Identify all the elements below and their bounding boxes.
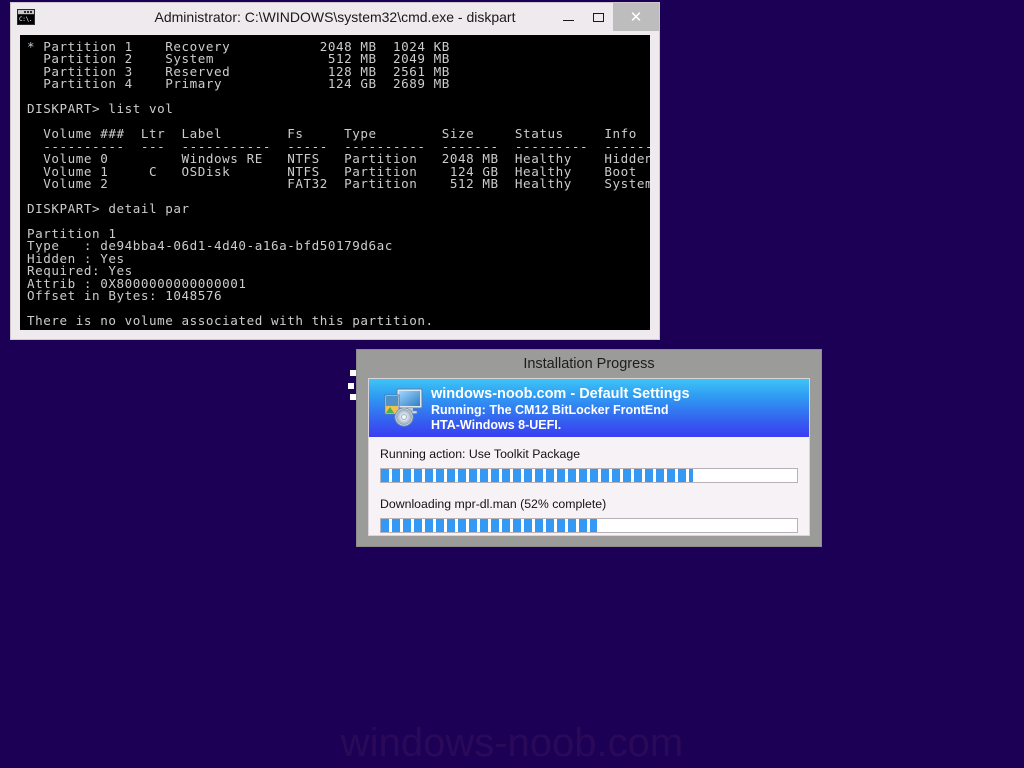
progress-bar-download-fill [381,519,598,532]
banner-text-block: windows-noob.com - Default Settings Runn… [431,384,801,433]
maximize-icon [592,12,604,22]
installation-progress-dialog[interactable]: Installation Progress windows-noob.com -… [356,349,822,547]
cmd-icon-prompt: C:\. [18,15,34,24]
dialog-title: Installation Progress [523,356,655,372]
edge-dot [348,383,354,389]
maximize-button[interactable] [583,3,613,31]
console-titlebar[interactable]: C:\. Administrator: C:\WINDOWS\system32\… [11,3,659,31]
progress-label-download: Downloading mpr-dl.man (52% complete) [380,497,607,511]
progress-bar-download [380,518,798,533]
console-output-text: * Partition 1 Recovery 2048 MB 1024 KB P… [27,39,650,328]
cmd-icon: C:\. [17,9,35,25]
banner-subtitle-line2: HTA-Windows 8-UEFI. [431,418,562,432]
banner-title: windows-noob.com - Default Settings [431,386,690,402]
dialog-banner: windows-noob.com - Default Settings Runn… [369,379,809,437]
progress-section: Running action: Use Toolkit Package Down… [369,437,809,533]
computer-cd-icon [383,386,425,428]
close-icon: ✕ [629,7,643,26]
console-output-area[interactable]: * Partition 1 Recovery 2048 MB 1024 KB P… [20,35,650,330]
banner-subtitle-line1: Running: The CM12 BitLocker FrontEnd [431,403,669,417]
minimize-icon [562,19,574,21]
cmd-console-window[interactable]: C:\. Administrator: C:\WINDOWS\system32\… [10,2,660,340]
dialog-content-panel: windows-noob.com - Default Settings Runn… [368,378,810,536]
desktop-watermark: windows-noob.com [340,721,684,765]
progress-bar-action [380,468,798,483]
close-button[interactable]: ✕ [613,3,659,31]
window-controls[interactable]: ✕ [553,3,659,31]
progress-label-action: Running action: Use Toolkit Package [380,447,581,461]
progress-bar-action-fill [381,469,693,482]
minimize-button[interactable] [553,3,583,31]
